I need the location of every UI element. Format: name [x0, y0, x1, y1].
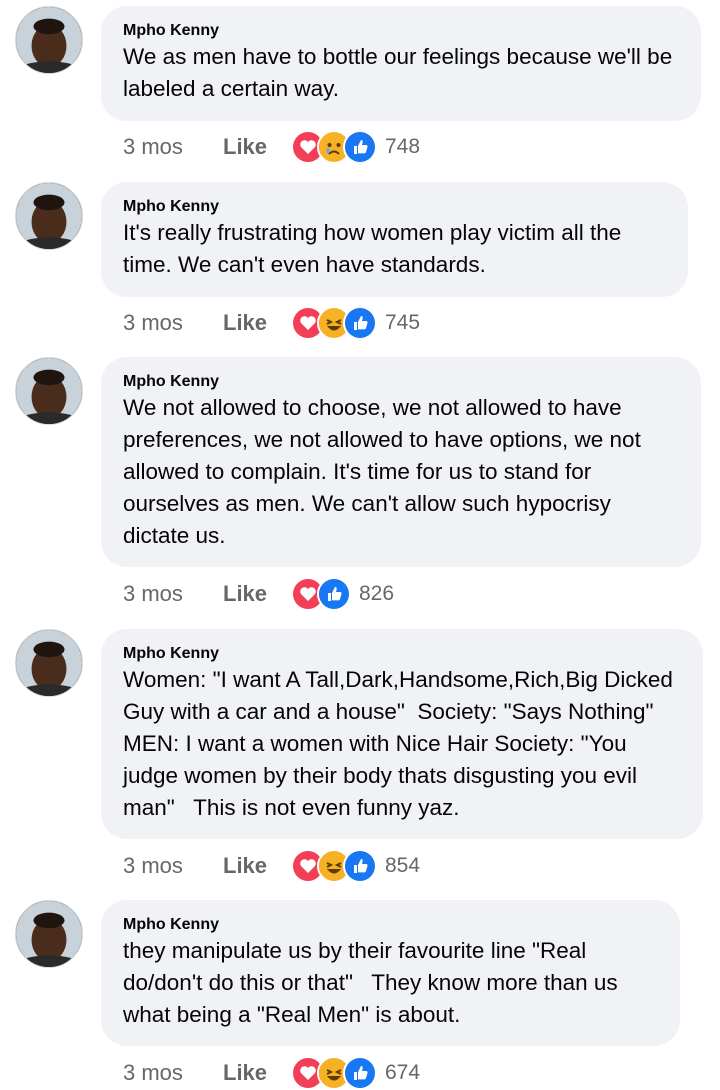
avatar[interactable]	[15, 357, 83, 425]
like-reaction-icon	[317, 577, 351, 611]
reactions-summary[interactable]: 826	[291, 577, 394, 611]
comment-timestamp[interactable]: 3 mos	[123, 581, 223, 607]
comment-timestamp[interactable]: 3 mos	[123, 853, 223, 879]
comment-text: We not allowed to choose, we not allowed…	[123, 395, 648, 548]
comment-bubble: Mpho Kenny they manipulate us by their f…	[101, 900, 680, 1046]
comment-author[interactable]: Mpho Kenny	[123, 372, 679, 392]
like-reaction-icon	[343, 306, 377, 340]
reaction-count: 826	[359, 582, 395, 605]
comment-timestamp[interactable]: 3 mos	[123, 134, 223, 160]
like-button[interactable]: Like	[223, 581, 291, 607]
like-reaction-icon	[343, 849, 377, 883]
reactions-summary[interactable]: 745	[291, 306, 420, 340]
comment-author[interactable]: Mpho Kenny	[123, 915, 658, 935]
like-button[interactable]: Like	[223, 310, 291, 336]
reaction-count: 748	[385, 135, 421, 158]
comment-actions: 3 mos Like 826	[123, 577, 394, 611]
like-button[interactable]: Like	[223, 134, 291, 160]
comment-author[interactable]: Mpho Kenny	[123, 21, 679, 41]
like-button[interactable]: Like	[223, 853, 291, 879]
comment-author[interactable]: Mpho Kenny	[123, 197, 666, 217]
comment-timestamp[interactable]: 3 mos	[123, 310, 223, 336]
comment-author[interactable]: Mpho Kenny	[123, 644, 681, 664]
like-reaction-icon	[343, 1056, 377, 1090]
avatar[interactable]	[15, 900, 83, 968]
avatar[interactable]	[15, 6, 83, 74]
comment-bubble: Mpho Kenny Women: "I want A Tall,Dark,Ha…	[101, 629, 703, 839]
comment-text: It's really frustrating how women play v…	[123, 220, 628, 277]
reaction-count: 745	[385, 311, 421, 334]
comment-actions: 3 mos Like 854	[123, 849, 420, 883]
comment-timestamp[interactable]: 3 mos	[123, 1060, 223, 1086]
comment-actions: 3 mos Like 745	[123, 306, 420, 340]
comment-text: they manipulate us by their favourite li…	[123, 938, 624, 1027]
reactions-summary[interactable]: 854	[291, 849, 420, 883]
reaction-count: 854	[385, 854, 421, 877]
avatar[interactable]	[15, 629, 83, 697]
comment-bubble: Mpho Kenny It's really frustrating how w…	[101, 182, 688, 297]
reactions-summary[interactable]: 674	[291, 1056, 420, 1090]
comment-bubble: Mpho Kenny We as men have to bottle our …	[101, 6, 701, 121]
like-reaction-icon	[343, 130, 377, 164]
comment-actions: 3 mos Like 748	[123, 130, 420, 164]
reaction-count: 674	[385, 1061, 421, 1084]
comment-text: Women: "I want A Tall,Dark,Handsome,Rich…	[123, 667, 680, 820]
comment-actions: 3 mos Like 674	[123, 1056, 420, 1090]
reactions-summary[interactable]: 748	[291, 130, 420, 164]
avatar[interactable]	[15, 182, 83, 250]
like-button[interactable]: Like	[223, 1060, 291, 1086]
comment-bubble: Mpho Kenny We not allowed to choose, we …	[101, 357, 701, 567]
comment-text: We as men have to bottle our feelings be…	[123, 44, 679, 101]
